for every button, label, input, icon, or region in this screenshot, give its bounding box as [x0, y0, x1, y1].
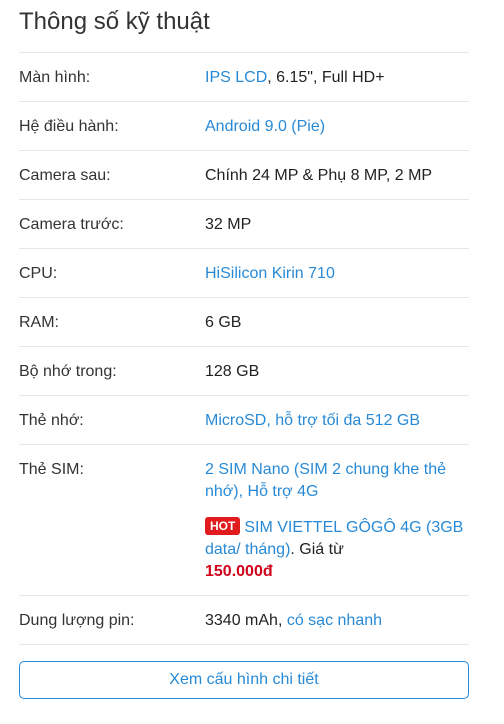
- sim-promo-text: . Giá từ: [290, 541, 344, 558]
- spec-value: 128 GB: [205, 363, 260, 380]
- spec-value: HiSilicon Kirin 710: [205, 263, 469, 285]
- spec-label: Màn hình:: [19, 69, 91, 86]
- spec-value: IPS LCD, 6.15", Full HD+: [205, 67, 469, 89]
- spec-text: , 6.15", Full HD+: [267, 69, 385, 86]
- spec-link-sim[interactable]: 2 SIM Nano (SIM 2 chung khe thẻ nhớ), Hỗ…: [205, 461, 446, 500]
- spec-row-cpu: CPU: HiSilicon Kirin 710: [19, 249, 469, 298]
- spec-value: 3340 mAh, có sạc nhanh: [205, 610, 469, 632]
- spec-link-cpu[interactable]: HiSilicon Kirin 710: [205, 265, 335, 282]
- specs-panel: Thông số kỹ thuật Màn hình: IPS LCD, 6.1…: [0, 0, 504, 724]
- spec-row-battery: Dung lượng pin: 3340 mAh, có sạc nhanh: [19, 596, 469, 645]
- spec-label: Thẻ nhớ:: [19, 412, 84, 429]
- spec-row-front-camera: Camera trước: 32 MP: [19, 200, 469, 249]
- spec-row-storage: Bộ nhớ trong: 128 GB: [19, 347, 469, 396]
- spec-label: Bộ nhớ trong:: [19, 363, 117, 380]
- hot-badge: HOT: [205, 517, 241, 535]
- sim-promo: HOT SIM VIETTEL GÔGÔ 4G (3GB data/ tháng)…: [205, 517, 469, 583]
- spec-row-ram: RAM: 6 GB: [19, 298, 469, 347]
- spec-value: Android 9.0 (Pie): [205, 116, 469, 138]
- spec-value: 6 GB: [205, 314, 242, 331]
- spec-link-battery[interactable]: có sạc nhanh: [287, 612, 382, 629]
- spec-text: 3340 mAh,: [205, 612, 287, 629]
- spec-link-memory-card[interactable]: MicroSD, hỗ trợ tối đa 512 GB: [205, 412, 420, 429]
- spec-row-screen: Màn hình: IPS LCD, 6.15", Full HD+: [19, 52, 469, 102]
- view-detail-button[interactable]: Xem cấu hình chi tiết: [19, 661, 469, 699]
- spec-label: Thẻ SIM:: [19, 461, 84, 478]
- spec-label: Camera trước:: [19, 216, 124, 233]
- spec-label: Hệ điều hành:: [19, 118, 119, 135]
- spec-list: Màn hình: IPS LCD, 6.15", Full HD+ Hệ đi…: [19, 52, 469, 645]
- spec-label: RAM:: [19, 314, 59, 331]
- sim-promo-price: 150.000đ: [205, 563, 273, 580]
- panel-title: Thông số kỹ thuật: [19, 8, 210, 35]
- spec-label: Camera sau:: [19, 167, 111, 184]
- spec-row-sim: Thẻ SIM: 2 SIM Nano (SIM 2 chung khe thẻ…: [19, 445, 469, 596]
- spec-value: 32 MP: [205, 216, 252, 233]
- spec-row-rear-camera: Camera sau: Chính 24 MP & Phụ 8 MP, 2 MP: [19, 151, 469, 200]
- spec-label: Dung lượng pin:: [19, 612, 135, 629]
- spec-link-screen[interactable]: IPS LCD: [205, 69, 267, 86]
- spec-value: Chính 24 MP & Phụ 8 MP, 2 MP: [205, 167, 433, 184]
- spec-label: CPU:: [19, 265, 58, 282]
- spec-value: MicroSD, hỗ trợ tối đa 512 GB: [205, 410, 469, 432]
- spec-link-os[interactable]: Android 9.0 (Pie): [205, 118, 325, 135]
- spec-row-memory-card: Thẻ nhớ: MicroSD, hỗ trợ tối đa 512 GB: [19, 396, 469, 445]
- spec-row-os: Hệ điều hành: Android 9.0 (Pie): [19, 102, 469, 151]
- spec-value: 2 SIM Nano (SIM 2 chung khe thẻ nhớ), Hỗ…: [205, 459, 469, 583]
